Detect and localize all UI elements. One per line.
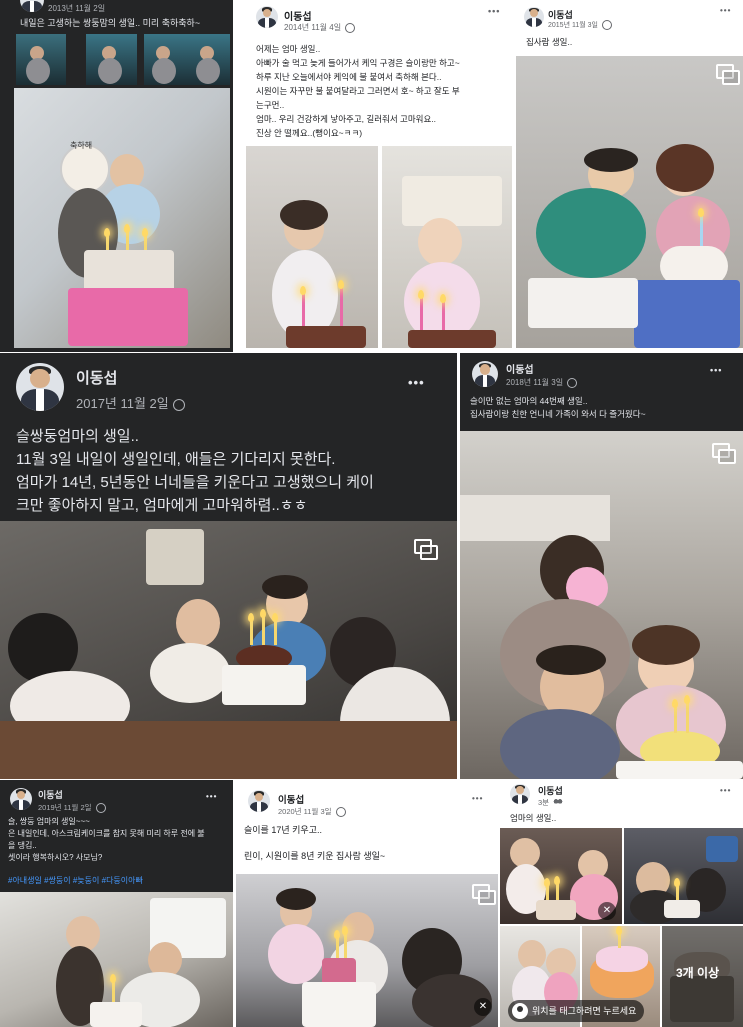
location-pin-icon xyxy=(512,1003,528,1019)
multi-photo-icon xyxy=(712,443,736,464)
author-avatar[interactable] xyxy=(16,363,64,411)
post-2014: 이동섭 2014년 11월 4일 ••• 어제는 엄마 생일.. 아빠가 술 먹… xyxy=(240,0,512,352)
post-text: 집사람 생일.. xyxy=(526,37,573,47)
post-photo[interactable] xyxy=(624,828,743,924)
post-date[interactable]: 2018년 11월 3일 xyxy=(506,377,578,388)
post-2013: 2013년 11월 2일 내일은 고생하는 쌍둥맘의 생일.. 미리 축하축하~… xyxy=(0,0,233,352)
multi-photo-icon xyxy=(414,539,438,560)
more-options-icon[interactable]: ••• xyxy=(720,6,731,15)
post-date[interactable]: 2014년 11월 4일 xyxy=(284,22,356,33)
author-avatar[interactable] xyxy=(256,6,278,28)
more-options-icon[interactable]: ••• xyxy=(472,794,483,803)
post-photo[interactable]: 3개 이상 xyxy=(662,926,743,1027)
author-avatar[interactable] xyxy=(248,790,270,812)
globe-icon xyxy=(345,22,356,33)
thumbnail-photo[interactable] xyxy=(144,34,186,85)
post-photo[interactable] xyxy=(0,521,457,779)
post-photo[interactable]: ✕ xyxy=(236,874,498,1027)
post-2018: 이동섭 2018년 11월 3일 ••• 슬이만 없는 엄마의 44번째 생일.… xyxy=(460,353,743,779)
globe-icon xyxy=(95,803,106,814)
post-text: 슬, 쌍둥 엄마의 생일~~~ 은 내일인데, 아스크림케이크를 참지 못해 미… xyxy=(8,817,205,862)
post-date[interactable]: 2020년 11월 3일 xyxy=(278,806,346,818)
author-avatar[interactable] xyxy=(472,361,498,387)
author-name[interactable]: 이동섭 xyxy=(538,784,563,797)
more-options-icon[interactable]: ••• xyxy=(720,786,731,795)
post-new: 이동섭 3분 ••• 엄마의 생일.. ✕ 3개 이상 위치를 태그하려면 누르… xyxy=(500,780,743,1027)
more-photos-count[interactable]: 3개 이상 xyxy=(676,964,719,981)
author-name[interactable]: 이동섭 xyxy=(38,788,63,801)
multi-photo-icon xyxy=(472,884,496,905)
post-date[interactable]: 2015년 11월 3일 xyxy=(548,20,612,31)
multi-photo-icon xyxy=(716,64,740,85)
location-tag-hint[interactable]: 위치를 태그하려면 누르세요 xyxy=(508,1000,645,1022)
post-date[interactable]: 3분 xyxy=(538,797,564,808)
post-date[interactable]: 2017년 11월 2일 xyxy=(76,393,185,412)
more-options-icon[interactable]: ••• xyxy=(488,6,500,16)
globe-icon xyxy=(601,20,612,31)
globe-icon xyxy=(567,377,578,388)
author-avatar[interactable] xyxy=(20,0,44,12)
mute-icon[interactable]: ✕ xyxy=(474,998,492,1016)
post-photo[interactable]: 축하해 xyxy=(14,88,230,348)
post-photo[interactable] xyxy=(0,892,233,1027)
more-options-icon[interactable]: ••• xyxy=(206,792,217,801)
friends-icon xyxy=(553,799,564,808)
post-text: 슬이를 17년 키우고.. 린이, 시원이를 8년 키운 집사람 생일~ xyxy=(244,825,386,861)
post-photo[interactable] xyxy=(246,146,378,348)
post-text: 엄마의 생일.. xyxy=(510,813,557,823)
post-photo[interactable] xyxy=(382,146,512,348)
location-tag-text: 위치를 태그하려면 누르세요 xyxy=(532,1006,637,1016)
mute-icon[interactable]: ✕ xyxy=(598,902,616,920)
sticker-text: 축하해 xyxy=(70,141,93,150)
more-options-icon[interactable]: ••• xyxy=(710,365,722,375)
post-text: 슬쌍둥엄마의 생일.. 11월 3일 내일이 생일인데, 애들은 기다리지 못한… xyxy=(16,428,374,514)
author-name[interactable]: 이동섭 xyxy=(76,367,117,388)
globe-icon xyxy=(335,807,346,818)
post-2019: 이동섭 2019년 11월 2일 ••• 슬, 쌍둥 엄마의 생일~~~ 은 내… xyxy=(0,780,233,1027)
post-text: 슬이만 없는 엄마의 44번째 생일.. 집사람이랑 친한 언니네 가족이 와서… xyxy=(470,396,646,419)
hashtags[interactable]: #아내생일 #쌍둥이 #늦둥이 #다둥이아빠 xyxy=(8,875,143,886)
author-name[interactable]: 이동섭 xyxy=(506,361,534,376)
post-date[interactable]: 2013년 11월 2일 xyxy=(48,3,105,14)
post-text: 어제는 엄마 생일.. 아빠가 술 먹고 늦게 들어가서 케익 구경은 슬이랑만… xyxy=(256,44,460,138)
post-2015: 이동섭 2015년 11월 3일 ••• 집사람 생일.. xyxy=(516,0,743,352)
author-name[interactable]: 이동섭 xyxy=(284,8,312,23)
author-avatar[interactable] xyxy=(524,7,544,27)
post-text: 내일은 고생하는 쌍둥맘의 생일.. 미리 축하축하~ xyxy=(20,18,201,28)
thumbnail-photo[interactable] xyxy=(86,34,137,85)
author-avatar[interactable] xyxy=(510,784,530,804)
globe-icon xyxy=(172,398,185,411)
thumbnail-photo[interactable] xyxy=(16,34,66,85)
post-date[interactable]: 2019년 11월 2일 xyxy=(38,802,106,814)
post-photo[interactable] xyxy=(460,431,743,779)
thumbnail-photo[interactable] xyxy=(186,34,230,85)
sticker xyxy=(60,144,110,194)
post-2020: 이동섭 2020년 11월 3일 ••• 슬이를 17년 키우고.. 린이, 시… xyxy=(236,780,498,1027)
post-photo[interactable] xyxy=(516,56,743,348)
author-name[interactable]: 이동섭 xyxy=(278,792,304,806)
post-2017: 이동섭 2017년 11월 2일 ••• 슬쌍둥엄마의 생일.. 11월 3일 … xyxy=(0,353,457,779)
more-options-icon[interactable]: ••• xyxy=(408,375,425,390)
author-avatar[interactable] xyxy=(10,788,32,810)
post-photo[interactable]: ✕ xyxy=(500,828,622,924)
